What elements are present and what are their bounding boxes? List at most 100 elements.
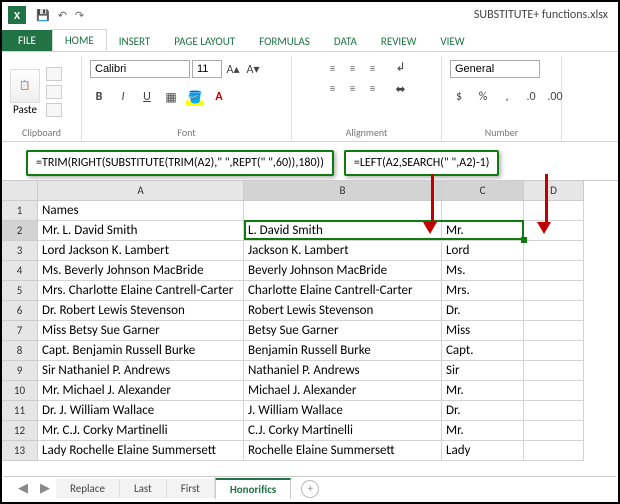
align-mid-icon[interactable]: ≡ [344,59,362,77]
align-center-icon[interactable]: ≡ [344,79,362,97]
decrease-font-icon[interactable]: A▾ [244,60,262,78]
font-size-input[interactable] [192,60,222,78]
sheet-tab-first[interactable]: First [167,479,215,498]
col-header-c[interactable]: C [442,181,524,201]
cell[interactable]: Miss [442,321,524,341]
cell[interactable]: Mr. [442,421,524,441]
cell[interactable]: Sir Nathaniel P. Andrews [38,361,244,381]
cell[interactable]: Dr. [442,301,524,321]
comma-icon[interactable]: , [498,88,516,106]
sheet-tab-honorifics[interactable]: Honorifics [215,478,291,499]
font-color-button[interactable]: A [210,88,228,106]
cell[interactable] [524,321,584,341]
redo-icon[interactable]: ↷ [75,9,84,22]
cell[interactable]: Mr. [442,221,524,241]
number-format-select[interactable] [450,60,540,78]
cell[interactable] [524,281,584,301]
cell[interactable]: Dr. Robert Lewis Stevenson [38,301,244,321]
cell[interactable] [244,201,442,221]
cell[interactable]: Mr. L. David Smith [38,221,244,241]
cell[interactable]: Lady [442,441,524,461]
spreadsheet-grid[interactable]: A B C D 1Names2Mr. L. David SmithL. Davi… [2,180,618,461]
undo-icon[interactable]: ↶ [58,9,67,22]
paste-button[interactable]: 📋 Paste [10,69,40,116]
sheet-tab-replace[interactable]: Replace [56,479,120,498]
row-header[interactable]: 9 [2,361,38,381]
cell[interactable]: Benjamin Russell Burke [244,341,442,361]
percent-icon[interactable]: % [474,88,492,106]
select-all-corner[interactable] [2,181,38,201]
cut-icon[interactable] [46,67,62,81]
bold-button[interactable]: B [90,88,108,106]
cell[interactable]: Mr. Michael J. Alexander [38,381,244,401]
cell[interactable]: Mr. [442,381,524,401]
tab-review[interactable]: REVIEW [369,31,429,51]
cell[interactable]: L. David Smith [244,221,442,241]
tab-formulas[interactable]: FORMULAS [247,31,322,51]
cell[interactable]: C.J. Corky Martinelli [244,421,442,441]
cell[interactable]: Charlotte Elaine Cantrell-Carter [244,281,442,301]
sheet-nav-prev-icon[interactable]: ◀ [12,481,34,496]
sheet-nav-next-icon[interactable]: ▶ [34,481,56,496]
cell[interactable]: J. William Wallace [244,401,442,421]
tab-data[interactable]: DATA [322,31,369,51]
row-header[interactable]: 5 [2,281,38,301]
italic-button[interactable]: I [114,88,132,106]
cell[interactable] [524,221,584,241]
cell[interactable]: Mr. C.J. Corky Martinelli [38,421,244,441]
cell[interactable]: Jackson K. Lambert [244,241,442,261]
row-header[interactable]: 4 [2,261,38,281]
row-header[interactable]: 13 [2,441,38,461]
add-sheet-icon[interactable]: + [301,480,319,498]
tab-file[interactable]: FILE [2,30,52,51]
merge-icon[interactable]: ⬌ [392,80,410,98]
cell[interactable] [524,421,584,441]
cell[interactable]: Lord [442,241,524,261]
align-bot-icon[interactable]: ≡ [364,59,382,77]
row-header[interactable]: 8 [2,341,38,361]
cell[interactable] [524,201,584,221]
cell[interactable]: Lord Jackson K. Lambert [38,241,244,261]
copy-icon[interactable] [46,85,62,99]
cell[interactable] [524,261,584,281]
tab-insert[interactable]: INSERT [107,31,163,51]
cell[interactable]: Michael J. Alexander [244,381,442,401]
cell[interactable]: Dr. J. William Wallace [38,401,244,421]
format-painter-icon[interactable] [46,103,62,117]
cell[interactable]: Names [38,201,244,221]
border-button[interactable]: ▦ [162,88,180,106]
underline-button[interactable]: U [138,88,156,106]
row-header[interactable]: 11 [2,401,38,421]
cell[interactable]: Dr. [442,401,524,421]
wrap-text-icon[interactable]: ↲ [392,58,410,76]
cell[interactable]: Beverly Johnson MacBride [244,261,442,281]
cell[interactable]: Rochelle Elaine Summersett [244,441,442,461]
row-header[interactable]: 3 [2,241,38,261]
cell[interactable]: Mrs. [442,281,524,301]
cell[interactable]: Betsy Sue Garner [244,321,442,341]
col-header-b[interactable]: B [244,181,442,201]
cell[interactable] [524,361,584,381]
col-header-a[interactable]: A [38,181,244,201]
row-header[interactable]: 12 [2,421,38,441]
cell[interactable]: Lady Rochelle Elaine Summersett [38,441,244,461]
save-icon[interactable]: 💾 [36,9,50,22]
sheet-tab-last[interactable]: Last [120,479,167,498]
col-header-d[interactable]: D [524,181,584,201]
cell[interactable]: Sir [442,361,524,381]
row-header[interactable]: 10 [2,381,38,401]
cell[interactable]: Nathaniel P. Andrews [244,361,442,381]
cell[interactable] [524,341,584,361]
increase-font-icon[interactable]: A▴ [224,60,242,78]
align-top-icon[interactable]: ≡ [324,59,342,77]
row-header[interactable]: 6 [2,301,38,321]
cell[interactable] [442,201,524,221]
row-header[interactable]: 2 [2,221,38,241]
cell[interactable]: Capt. [442,341,524,361]
cell[interactable]: Ms. [442,261,524,281]
row-header[interactable]: 1 [2,201,38,221]
cell[interactable] [524,401,584,421]
tab-page-layout[interactable]: PAGE LAYOUT [162,31,247,51]
dec-decimal-icon[interactable]: .00 [546,88,564,106]
tab-view[interactable]: VIEW [428,31,476,51]
